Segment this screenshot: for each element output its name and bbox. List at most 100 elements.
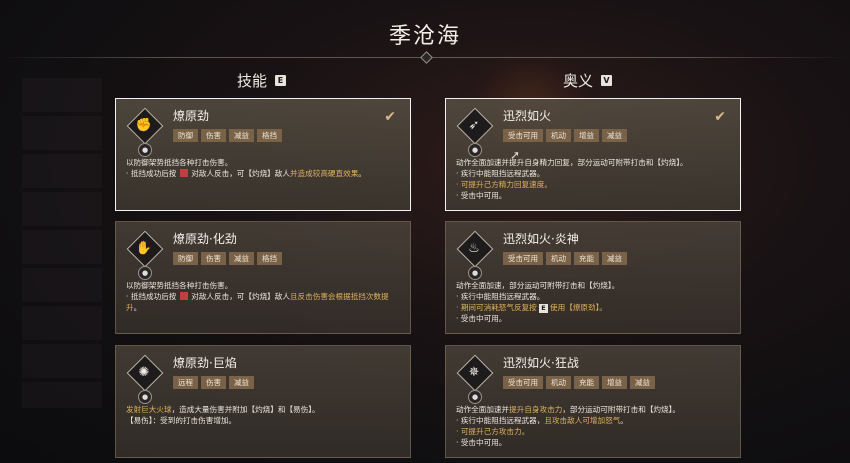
emblem-level-indicator: ● xyxy=(468,143,482,157)
description-line: 动作全面加速并提升自身精力回复，部分运动可附带打击和【灼烧】。 xyxy=(456,157,730,168)
tag-badge: 减益 xyxy=(602,129,627,142)
column-header-ultimates: 奥义 V xyxy=(563,70,613,91)
description-line: · 期间可消耗怒气反复按 E 使用【燎原劲】。 xyxy=(456,302,730,313)
tag-badge: 充能 xyxy=(574,252,599,265)
emblem-level-indicator: ● xyxy=(138,390,152,404)
tag-badge: 减益 xyxy=(229,252,254,265)
description-line: · 疾行中能阻挡远程武器，且攻击敌人可增加怒气。 xyxy=(456,415,730,426)
description-text: 对敌人反击，可【灼烧】敌人 xyxy=(188,292,290,301)
rushing-fire-icon: ➶ xyxy=(456,107,494,145)
description-text: · 受击中可用。 xyxy=(456,191,507,200)
tag-list: 受击可用 机动 充能 增益 减益 xyxy=(503,376,655,389)
column-header-skills-label: 技能 xyxy=(237,72,268,90)
tag-badge: 格挡 xyxy=(257,129,282,142)
tag-badge: 减益 xyxy=(630,376,655,389)
emblem-level-indicator: ● xyxy=(468,390,482,404)
description-text: · 抵挡成功后按 xyxy=(126,292,179,301)
berserk-icon: ✵ xyxy=(456,354,494,392)
page-title: 季沧海 xyxy=(388,24,461,49)
mouse-cursor-icon: ➚ xyxy=(510,148,521,162)
emblem-glyph: ♨ xyxy=(468,240,480,256)
description-line: · 抵挡成功后按 对敌人反击，可【灼烧】敌人并造成较高硬直效果。 xyxy=(126,168,400,179)
tag-badge: 伤害 xyxy=(201,252,226,265)
description-text: 提升自身攻击力 xyxy=(509,405,563,414)
description-text: 使用【燎原劲】。 xyxy=(547,303,608,312)
description-text: 动作全面加速并提升自身精力回复，部分运动可附带打击和【灼烧】。 xyxy=(456,158,688,167)
description-line: · 受击中可用。 xyxy=(456,190,730,201)
description-line: 【易伤】：受到的打击伤害增加。 xyxy=(126,415,400,426)
mouse-right-click-icon xyxy=(179,169,188,177)
emblem-glyph: ✊ xyxy=(135,117,153,133)
key-hint: E xyxy=(539,304,548,313)
ultimate-card[interactable]: ➶ ● 迅烈如火 受击可用 机动 增益 减益 ✔ 动作全面加速并提升自身精力回复，部分运动可附带… xyxy=(445,98,741,211)
description-text: · 受击中可用。 xyxy=(456,314,507,323)
card-header: ♨ ● 迅烈如火·炎神 受击可用 机动 充能 减益 xyxy=(456,228,730,280)
description-text: · 疾行中能阻挡远程武器， xyxy=(456,416,545,425)
tag-badge: 机动 xyxy=(546,376,571,389)
tag-badge: 防御 xyxy=(173,252,198,265)
tag-badge: 伤害 xyxy=(201,129,226,142)
description-text: · 疾行中能阻挡远程武器。 xyxy=(456,169,545,178)
description-line: · 疾行中能阻挡远程武器。 xyxy=(456,168,730,179)
key-hint-v: V xyxy=(601,75,613,86)
card-header: ➶ ● 迅烈如火 受击可用 机动 增益 减益 ✔ xyxy=(456,105,730,157)
tag-badge: 受击可用 xyxy=(503,252,543,265)
tag-badge: 远程 xyxy=(173,376,198,389)
description-text: · 受击中可用。 xyxy=(456,438,507,447)
card-description: 发射巨大火球，造成大量伤害并附加【灼烧】和【易伤】。 【易伤】：受到的打击伤害增加… xyxy=(126,404,400,426)
card-title: 燎原劲·化劲 xyxy=(173,232,237,246)
card-header: ✺ ● 燎原劲·巨焰 远程 伤害 减益 xyxy=(126,352,400,404)
key-hint-e: E xyxy=(275,75,287,86)
description-text: 动作全面加速并 xyxy=(456,405,510,414)
tag-badge: 增益 xyxy=(574,129,599,142)
tag-badge: 防御 xyxy=(173,129,198,142)
tag-badge: 机动 xyxy=(546,129,571,142)
description-text: 。 xyxy=(358,169,366,178)
description-line: · 受击中可用。 xyxy=(456,437,730,448)
description-text: 。 xyxy=(133,303,142,312)
emblem-glyph: ✺ xyxy=(138,364,150,380)
column-header-ultimates-label: 奥义 xyxy=(563,72,594,90)
description-text: · 疾行中能阻挡远程武器。 xyxy=(456,292,545,301)
description-text: 并造成较高硬直效果 xyxy=(289,169,359,178)
mouse-right-click-icon xyxy=(179,292,188,300)
ultimate-card[interactable]: ♨ ● 迅烈如火·炎神 受击可用 机动 充能 减益 动作全面加速，部分运动可附带打击和【灼烧】… xyxy=(445,221,741,334)
description-text: · 可提升己方攻击力。 xyxy=(456,427,530,436)
skill-card[interactable]: ✺ ● 燎原劲·巨焰 远程 伤害 减益 发射巨大火球，造成大量伤害并附加【灼烧】和【易伤】。… xyxy=(115,345,411,458)
description-text: 对敌人反击，可【灼烧】敌人 xyxy=(188,169,290,178)
palm-strike-icon: ✋ xyxy=(126,230,164,268)
description-line: 动作全面加速并提升自身攻击力，部分运动可附带打击和【灼烧】。 xyxy=(456,404,730,415)
column-header-skills: 技能 E xyxy=(237,70,287,91)
card-description: 以防御架势抵挡各种打击伤害。 · 抵挡成功后按 对敌人反击，可【灼烧】敌人且反击伤… xyxy=(126,280,400,313)
card-header: ✊ ● 燎原劲 防御 伤害 减益 格挡 ✔ xyxy=(126,105,400,157)
emblem-level-indicator: ● xyxy=(138,266,152,280)
emblem-glyph: ✵ xyxy=(468,364,480,380)
description-line: 动作全面加速，部分运动可附带打击和【灼烧】。 xyxy=(456,280,730,291)
emblem-glyph: ✋ xyxy=(135,240,153,256)
description-line: · 疾行中能阻挡远程武器。 xyxy=(456,291,730,302)
description-text: · 抵挡成功后按 xyxy=(126,169,179,178)
description-text: 。 xyxy=(620,416,628,425)
description-text: ，造成大量伤害并附加【灼烧】和【易伤】。 xyxy=(171,405,320,414)
card-header: ✋ ● 燎原劲·化劲防御 伤害 减益 格挡 xyxy=(126,228,400,280)
tag-badge: 减益 xyxy=(229,376,254,389)
skill-card[interactable]: ✋ ● 燎原劲·化劲防御 伤害 减益 格挡以防御架势抵挡各种打击伤害。 · 抵挡成功后按 对… xyxy=(115,221,411,334)
ultimate-card[interactable]: ✵ ● 迅烈如火·狂战受击可用 机动 充能 增益 减益动作全面加速并提升自身攻击力，部分运动… xyxy=(445,345,741,458)
tag-list: 防御 伤害 减益 格挡 xyxy=(173,252,282,265)
description-line: · 可提升己方精力回复速度。 xyxy=(456,179,730,190)
description-text: · 期间可消耗怒气反复按 xyxy=(456,303,540,312)
tag-list: 受击可用 机动 增益 减益 xyxy=(503,129,627,142)
tag-list: 受击可用 机动 充能 减益 xyxy=(503,252,627,265)
emblem-level-indicator: ● xyxy=(138,143,152,157)
card-title: 迅烈如火·狂战 xyxy=(503,356,579,370)
tag-list: 远程 伤害 减益 xyxy=(173,376,254,389)
description-text: 发射巨大火球 xyxy=(126,405,172,414)
description-text: 以防御架势抵挡各种打击伤害。 xyxy=(126,281,233,290)
tag-badge: 充能 xyxy=(574,376,599,389)
tag-badge: 减益 xyxy=(602,252,627,265)
description-line: 发射巨大火球，造成大量伤害并附加【灼烧】和【易伤】。 xyxy=(126,404,400,415)
description-text: 以防御架势抵挡各种打击伤害。 xyxy=(126,158,233,167)
tag-badge: 伤害 xyxy=(201,376,226,389)
checkmark-icon: ✔ xyxy=(384,109,396,125)
skill-card[interactable]: ✊ ● 燎原劲 防御 伤害 减益 格挡 ✔ 以防御架势抵挡各种打击伤害。 · 抵挡成功后按 对敌人… xyxy=(115,98,411,211)
